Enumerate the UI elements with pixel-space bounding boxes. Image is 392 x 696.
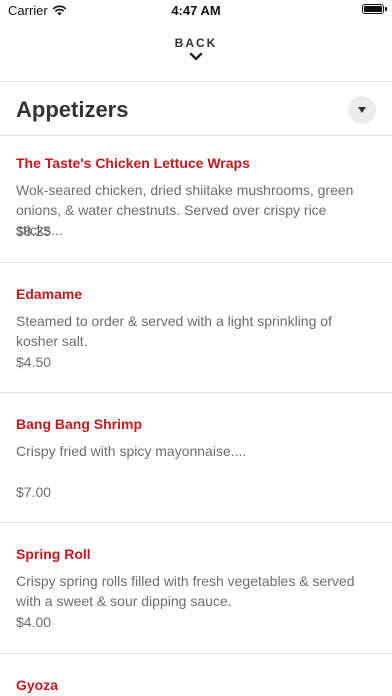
item-name: Gyoza xyxy=(16,677,59,693)
item-name: Spring Roll xyxy=(16,546,91,562)
section-header: Appetizers xyxy=(16,92,376,128)
chevron-down-icon xyxy=(189,52,203,61)
item-name: The Taste's Chicken Lettuce Wraps xyxy=(16,155,250,171)
item-price: $4.50 xyxy=(16,354,52,370)
item-name: Edamame xyxy=(16,286,83,302)
menu-item[interactable]: The Taste's Chicken Lettuce Wraps Wok-se… xyxy=(16,154,376,254)
item-price: $7.00 xyxy=(16,484,52,500)
divider xyxy=(0,392,392,393)
section-dropdown-button[interactable] xyxy=(348,96,376,124)
section-title: Appetizers xyxy=(16,97,129,122)
divider xyxy=(0,522,392,523)
menu-item[interactable]: Gyoza xyxy=(16,676,376,696)
divider xyxy=(0,653,392,654)
item-description: Steamed to order & served with a light s… xyxy=(16,313,332,349)
back-label: BACK xyxy=(174,36,218,50)
item-price: $8.25 xyxy=(16,223,52,239)
menu-item[interactable]: Bang Bang Shrimp Crispy fried with spicy… xyxy=(16,415,376,515)
item-price: $4.00 xyxy=(16,614,52,630)
item-description: Crispy fried with spicy mayonnaise.... xyxy=(16,443,247,459)
menu-item[interactable]: Spring Roll Crispy spring rolls filled w… xyxy=(16,545,376,645)
divider xyxy=(0,135,392,136)
status-bar: Carrier 4:47 AM xyxy=(0,0,392,22)
item-name: Bang Bang Shrimp xyxy=(16,416,143,432)
item-description: Crispy spring rolls filled with fresh ve… xyxy=(16,573,355,609)
status-time: 4:47 AM xyxy=(171,3,221,18)
divider xyxy=(0,81,392,82)
caret-down-icon xyxy=(358,107,366,113)
battery-icon xyxy=(362,4,387,14)
item-description: Wok-seared chicken, dried shiitake mushr… xyxy=(16,182,354,238)
menu-item[interactable]: Edamame Steamed to order & served with a… xyxy=(16,285,376,385)
divider xyxy=(0,262,392,263)
back-button[interactable]: BACK xyxy=(0,36,392,62)
